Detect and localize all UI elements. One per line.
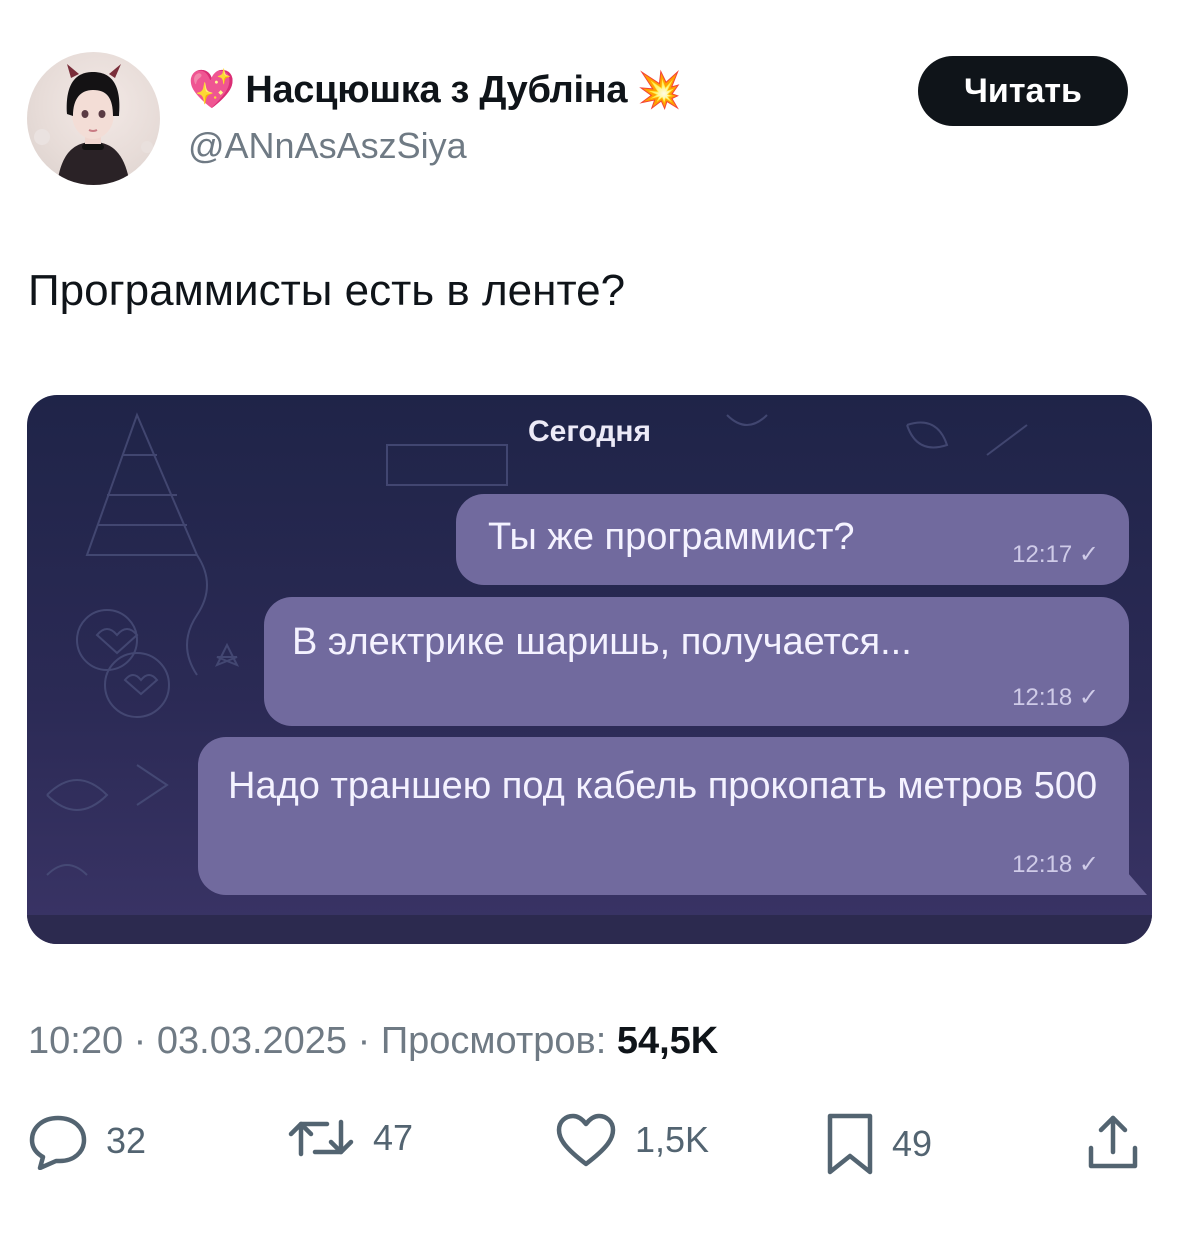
check-icon: ✓ <box>1078 541 1099 568</box>
author-display-name[interactable]: Насцюшка з Дубліна <box>245 69 627 112</box>
chat-message-bubble: Ты же программист? 12:17 ✓ <box>456 494 1129 585</box>
author-handle[interactable]: @ANnAsAszSiya <box>188 125 467 167</box>
check-icon: ✓ <box>1078 684 1099 711</box>
chat-message-bubble: В электрике шаришь, получается... 12:18 … <box>264 597 1129 726</box>
chat-input-area <box>27 915 1152 944</box>
repost-icon <box>288 1119 354 1157</box>
collision-emoji-icon: 💥 <box>637 69 683 110</box>
meta-separator: · <box>347 1020 381 1062</box>
meta-separator: · <box>123 1020 157 1062</box>
chat-message-bubble: Надо траншею под кабель прокопать метров… <box>198 737 1129 895</box>
chat-message-time: 12:18 ✓ <box>1012 684 1099 711</box>
share-button[interactable] <box>1085 1112 1141 1172</box>
share-icon <box>1088 1115 1138 1169</box>
tweet-text: Программисты есть в ленте? <box>28 266 626 315</box>
tweet-date[interactable]: 03.03.2025 <box>157 1020 347 1063</box>
avatar[interactable] <box>27 52 160 185</box>
chat-message-text: В электрике шаришь, получается... <box>292 621 912 663</box>
author-name-row[interactable]: 💖 Насцюшка з Дубліна 💥 <box>188 66 682 114</box>
reply-icon <box>29 1115 87 1170</box>
chat-message-time: 12:17 ✓ <box>1012 541 1099 568</box>
chat-bubble-tail <box>1121 865 1147 895</box>
chat-message-text: Надо траншею под кабель прокопать метров… <box>228 765 1098 807</box>
heart-icon <box>556 1113 616 1167</box>
tweet-time[interactable]: 10:20 <box>28 1020 123 1063</box>
check-icon: ✓ <box>1078 851 1099 878</box>
repost-count: 47 <box>373 1117 414 1158</box>
bookmark-icon <box>827 1113 873 1175</box>
tweet-meta: 10:20 · 03.03.2025 · Просмотров: 54,5K <box>28 1020 718 1063</box>
views-label: Просмотров: <box>380 1020 617 1062</box>
repost-button[interactable]: 47 <box>287 1112 413 1164</box>
views-count: 54,5K <box>616 1020 719 1062</box>
chat-date-chip: Сегодня <box>527 415 652 448</box>
heart-emoji-icon: 💖 <box>188 69 236 111</box>
bookmark-button[interactable]: 49 <box>826 1112 932 1176</box>
reply-count: 32 <box>106 1120 147 1161</box>
tweet-actions-bar: 32 47 1,5K 49 <box>0 1112 1179 1182</box>
like-count: 1,5K <box>635 1119 710 1160</box>
chat-message-time: 12:18 ✓ <box>1012 851 1099 878</box>
reply-button[interactable]: 32 <box>28 1112 146 1170</box>
like-button[interactable]: 1,5K <box>555 1112 709 1168</box>
follow-button[interactable]: Читать <box>918 56 1128 126</box>
bookmark-count: 49 <box>892 1123 933 1164</box>
tweet-media-image[interactable]: Сегодня Ты же программист? 12:17 ✓ В эле… <box>27 395 1152 944</box>
chat-message-text: Ты же программист? <box>488 516 855 558</box>
